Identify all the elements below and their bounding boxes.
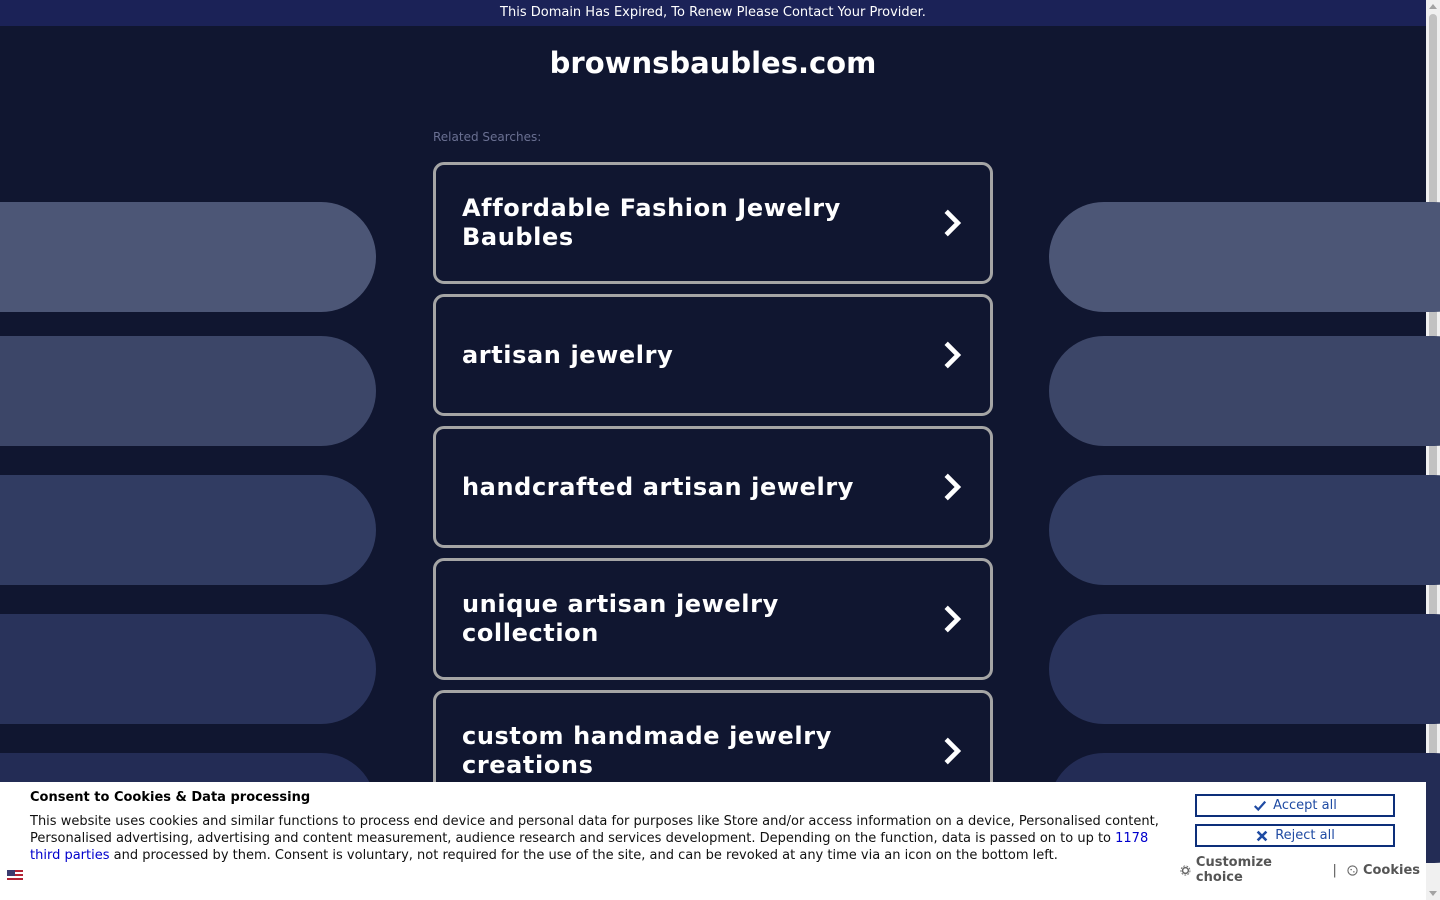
scroll-down-arrow-icon[interactable] xyxy=(1429,891,1437,896)
cookie-consent-text: This website uses cookies and similar fu… xyxy=(30,813,1162,864)
chevron-right-icon xyxy=(944,341,962,369)
related-search-link[interactable]: unique artisan jewelry collection xyxy=(433,558,993,680)
accept-all-label: Accept all xyxy=(1273,798,1337,813)
decorative-pill-left xyxy=(0,475,376,585)
cookies-label: Cookies xyxy=(1362,862,1420,878)
chevron-right-icon xyxy=(944,473,962,501)
related-searches-label: Related Searches: xyxy=(433,130,542,144)
us-flag-icon[interactable] xyxy=(7,870,23,882)
domain-title: brownsbaubles.com xyxy=(549,46,877,80)
related-search-link[interactable]: handcrafted artisan jewelry xyxy=(433,426,993,548)
chevron-right-icon xyxy=(944,737,962,765)
customize-choice-link[interactable]: Customize choice xyxy=(1180,855,1323,885)
related-search-label: Affordable Fashion Jewelry Baubles xyxy=(462,194,841,251)
cookie-consent-panel: Consent to Cookies & Data processing Thi… xyxy=(0,782,1426,900)
decorative-pill-left xyxy=(0,202,376,312)
gear-icon xyxy=(1180,864,1191,876)
checkmark-icon xyxy=(1254,800,1267,811)
decorative-pill-right xyxy=(1049,614,1440,724)
close-icon xyxy=(1256,830,1268,841)
cookie-icon xyxy=(1347,864,1358,876)
cookie-consent-title: Consent to Cookies & Data processing xyxy=(30,790,311,805)
reject-all-button[interactable]: Reject all xyxy=(1195,824,1395,847)
customize-choice-label: Customize choice xyxy=(1195,855,1272,885)
reject-all-label: Reject all xyxy=(1275,828,1335,843)
cookie-text-part1: This website uses cookies and similar fu… xyxy=(30,814,1159,846)
related-search-link[interactable]: Affordable Fashion Jewelry Baubles xyxy=(433,162,993,284)
cookies-link[interactable]: Cookies xyxy=(1347,863,1420,878)
link-separator: | xyxy=(1332,862,1337,878)
expired-domain-banner: This Domain Has Expired, To Renew Please… xyxy=(0,0,1426,26)
decorative-pill-right xyxy=(1049,475,1440,585)
related-search-link[interactable]: artisan jewelry xyxy=(433,294,993,416)
related-search-label: artisan jewelry xyxy=(462,340,674,369)
related-search-label: unique artisan jewelry collection xyxy=(462,590,779,647)
related-search-label: custom handmade jewelry creations xyxy=(462,722,832,779)
related-search-label: handcrafted artisan jewelry xyxy=(462,472,855,501)
scroll-up-arrow-icon[interactable] xyxy=(1429,4,1437,9)
decorative-pill-right xyxy=(1049,336,1440,446)
chevron-right-icon xyxy=(944,209,962,237)
decorative-pill-right xyxy=(1049,202,1440,312)
decorative-pill-left xyxy=(0,336,376,446)
accept-all-button[interactable]: Accept all xyxy=(1195,794,1395,817)
cookie-secondary-links: Customize choice | Cookies xyxy=(1180,855,1420,885)
decorative-pill-left xyxy=(0,614,376,724)
cookie-text-part2: and processed by them. Consent is volunt… xyxy=(109,848,1058,863)
chevron-right-icon xyxy=(944,605,962,633)
